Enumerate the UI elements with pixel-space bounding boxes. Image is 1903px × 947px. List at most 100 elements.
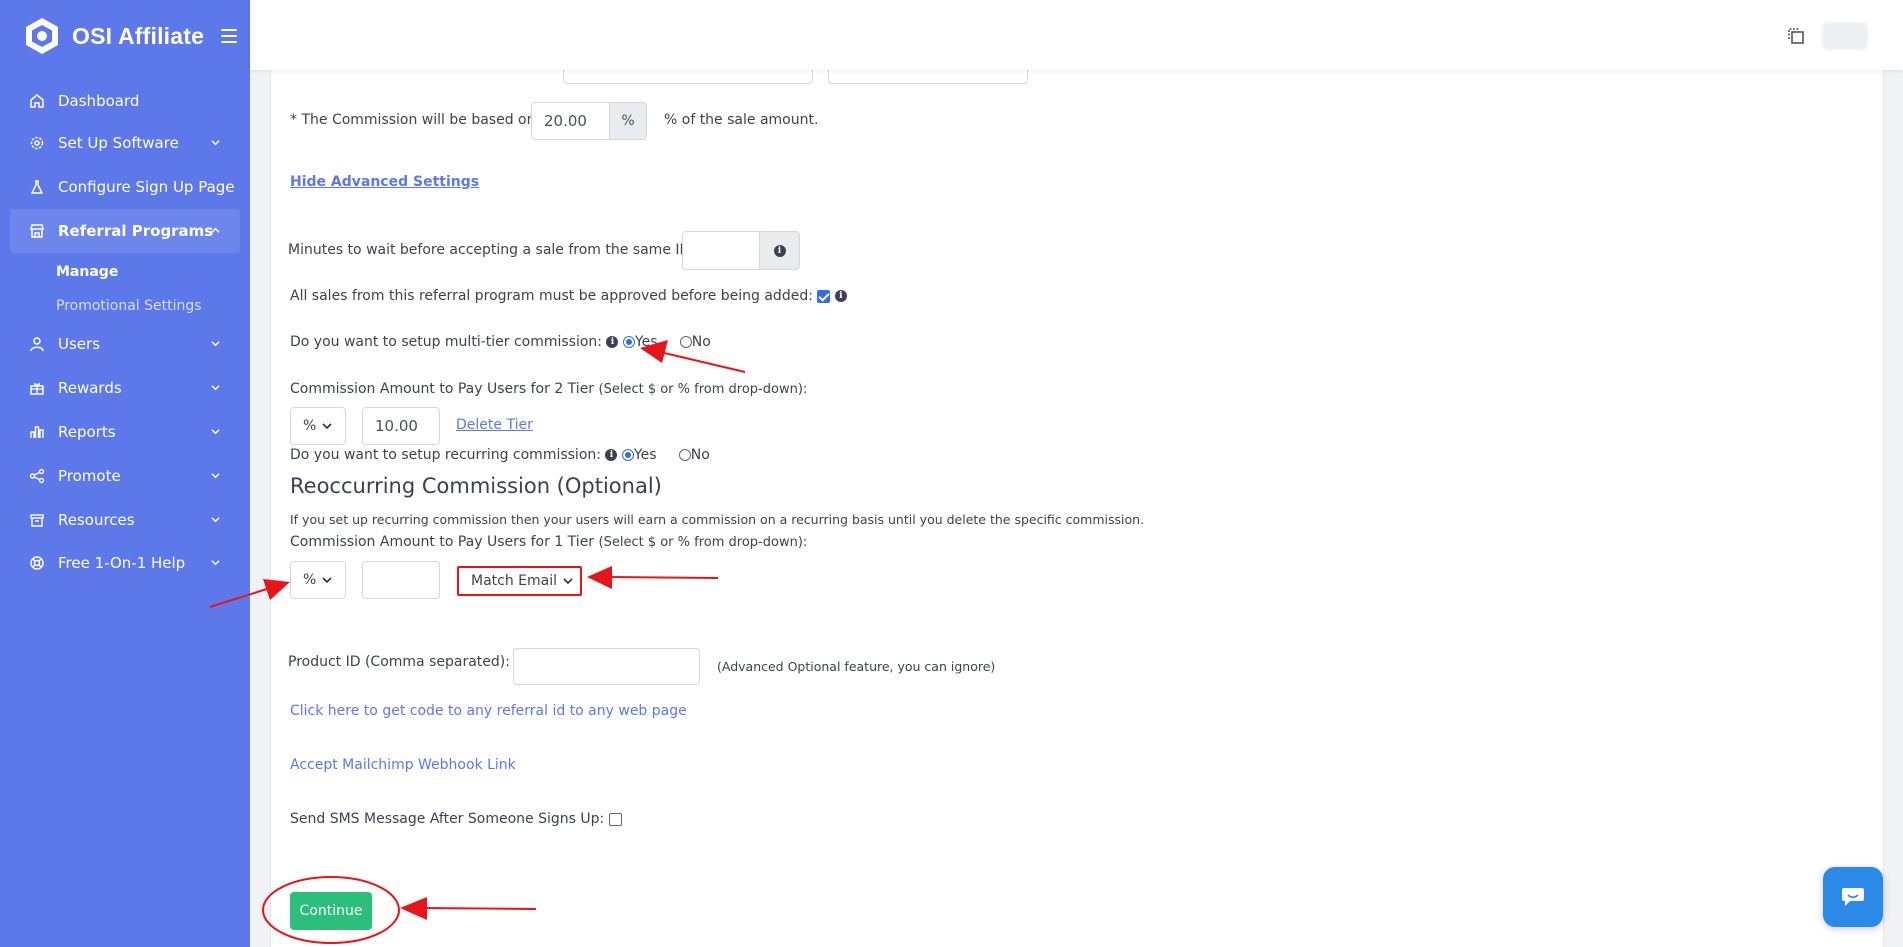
- sidebar-item-set-up-software[interactable]: Set Up Software: [10, 121, 240, 165]
- gear-icon: [28, 134, 46, 152]
- approve-checkbox[interactable]: [817, 289, 831, 303]
- brand[interactable]: OSI Affiliate: [22, 14, 238, 58]
- tier2-hint: (Select $ or % from drop-down):: [598, 382, 808, 397]
- sidebar-item-resources[interactable]: Resources: [10, 498, 240, 542]
- chevron-down-icon: [211, 517, 220, 523]
- match-type-select[interactable]: Match Email: [457, 566, 582, 596]
- commission-base-label: * The Commission will be based on: [290, 112, 536, 128]
- tier1-label: Commission Amount to Pay Users for 1 Tie…: [290, 534, 595, 550]
- sidebar-item-label: Users: [58, 335, 101, 353]
- sidebar-subitem-promotional-settings[interactable]: Promotional Settings: [56, 298, 202, 314]
- product-id-input[interactable]: [513, 648, 700, 685]
- tier1-unit-select[interactable]: %: [290, 561, 346, 599]
- sidebar-item-label: Set Up Software: [58, 134, 179, 152]
- logo-icon: [26, 18, 58, 54]
- multitier-row: Do you want to setup multi-tier commissi…: [290, 334, 711, 350]
- mailchimp-webhook-link[interactable]: Accept Mailchimp Webhook Link: [290, 757, 516, 773]
- sidebar-item-label: Reports: [58, 423, 116, 441]
- info-icon[interactable]: i: [834, 290, 847, 302]
- tier1-hint: (Select $ or % from drop-down):: [598, 535, 808, 550]
- chevron-down-icon: [211, 385, 220, 391]
- gift-icon: [28, 379, 46, 397]
- sidebar-item-users[interactable]: Users: [10, 322, 240, 366]
- sidebar-item-dashboard[interactable]: Dashboard: [10, 79, 240, 123]
- info-icon: i: [773, 244, 786, 257]
- chat-icon: [1842, 888, 1864, 906]
- avatar[interactable]: [1822, 22, 1868, 50]
- sidebar-item-label: Configure Sign Up Page: [58, 178, 235, 196]
- chevron-down-icon: [322, 422, 332, 429]
- chat-widget-button[interactable]: [1823, 867, 1883, 927]
- recurring-no-radio[interactable]: [678, 449, 691, 461]
- info-icon[interactable]: i: [605, 449, 618, 461]
- flask-icon: [28, 178, 46, 196]
- continue-button[interactable]: Continue: [290, 892, 372, 930]
- tier2-amount-input[interactable]: 10.00: [362, 407, 440, 445]
- recurring-label: Do you want to setup recurring commissio…: [290, 447, 601, 463]
- tier1-amount-input[interactable]: [362, 561, 440, 599]
- tier2-label-row: Commission Amount to Pay Users for 2 Tie…: [290, 381, 807, 397]
- sidebar-item-rewards[interactable]: Rewards: [10, 366, 240, 410]
- home-icon: [28, 92, 46, 110]
- multitier-yes-label[interactable]: Yes: [635, 334, 658, 350]
- referral-code-link[interactable]: Click here to get code to any referral i…: [290, 703, 687, 719]
- share-icon: [28, 467, 46, 485]
- info-icon[interactable]: i: [606, 336, 619, 348]
- tier1-unit: %: [303, 572, 317, 588]
- chevron-down-icon: [211, 560, 220, 566]
- multitier-no-label[interactable]: No: [692, 334, 711, 350]
- percent-addon: %: [609, 102, 647, 140]
- user-icon: [28, 335, 46, 353]
- sms-checkbox[interactable]: [608, 812, 622, 826]
- menu-toggle-icon[interactable]: [221, 29, 238, 43]
- recurring-row: Do you want to setup recurring commissio…: [290, 447, 710, 463]
- sidebar-item-free-help[interactable]: Free 1-On-1 Help: [10, 541, 240, 585]
- reoccurring-description: If you set up recurring commission then …: [290, 512, 1145, 527]
- brand-name: OSI Affiliate: [72, 22, 205, 49]
- sidebar-item-configure-sign-up-page[interactable]: Configure Sign Up Page: [10, 165, 240, 209]
- chevron-down-icon: [563, 577, 573, 584]
- recurring-yes-radio[interactable]: [621, 449, 634, 461]
- store-icon: [28, 222, 46, 240]
- chevron-down-icon: [211, 341, 220, 347]
- sms-row: Send SMS Message After Someone Signs Up:: [290, 811, 622, 827]
- sidebar-item-label: Referral Programs: [58, 222, 214, 240]
- sidebar-item-label: Free 1-On-1 Help: [58, 554, 186, 572]
- multitier-no-radio[interactable]: [679, 336, 692, 348]
- commission-base-suffix: % of the sale amount.: [664, 112, 819, 128]
- tier1-label-row: Commission Amount to Pay Users for 1 Tie…: [290, 534, 807, 550]
- minutes-wait-input[interactable]: [682, 231, 760, 270]
- delete-tier-link[interactable]: Delete Tier: [456, 417, 533, 433]
- sidebar-item-label: Resources: [58, 511, 135, 529]
- sidebar-item-reports[interactable]: Reports: [10, 410, 240, 454]
- multitier-label: Do you want to setup multi-tier commissi…: [290, 334, 603, 350]
- hide-advanced-settings-link[interactable]: Hide Advanced Settings: [290, 174, 479, 190]
- approve-label: All sales from this referral program mus…: [290, 288, 813, 304]
- chevron-up-icon: [211, 227, 220, 233]
- lifebuoy-icon: [28, 554, 46, 572]
- sidebar-item-label: Promote: [58, 467, 121, 485]
- tier2-unit: %: [303, 418, 317, 434]
- recurring-no-label[interactable]: No: [691, 447, 710, 463]
- chevron-down-icon: [322, 576, 332, 583]
- minutes-wait-info[interactable]: i: [759, 231, 800, 270]
- tier2-label: Commission Amount to Pay Users for 2 Tie…: [290, 381, 595, 397]
- approve-row: All sales from this referral program mus…: [290, 288, 847, 304]
- sidebar: OSI Affiliate Dashboard Set Up Software …: [0, 0, 250, 947]
- product-id-label: Product ID (Comma separated):: [288, 654, 510, 670]
- reoccurring-heading: Reoccurring Commission (Optional): [290, 474, 662, 498]
- recurring-yes-label[interactable]: Yes: [634, 447, 657, 463]
- top-bar: [250, 0, 1903, 70]
- sidebar-subitem-manage[interactable]: Manage: [56, 264, 118, 280]
- tier2-unit-select[interactable]: %: [290, 407, 346, 445]
- copy-icon[interactable]: [1786, 26, 1806, 46]
- multitier-yes-radio[interactable]: [622, 336, 635, 348]
- product-id-note: (Advanced Optional feature, you can igno…: [717, 659, 996, 674]
- commission-base-input[interactable]: 20.00: [531, 102, 611, 140]
- sidebar-item-referral-programs[interactable]: Referral Programs: [10, 209, 240, 253]
- bar-chart-icon: [28, 423, 46, 441]
- sidebar-item-promote[interactable]: Promote: [10, 454, 240, 498]
- chevron-down-icon: [211, 140, 220, 146]
- archive-icon: [28, 511, 46, 529]
- chevron-down-icon: [211, 473, 220, 479]
